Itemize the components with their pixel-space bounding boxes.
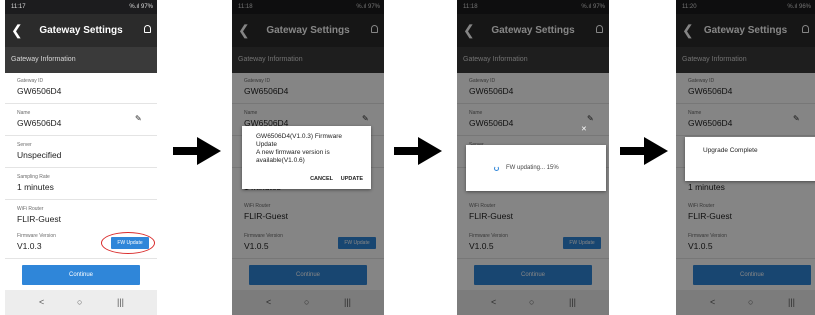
progress-text: FW updating... 15% xyxy=(506,165,559,171)
status-time: 11:17 xyxy=(11,4,26,10)
page-title: Gateway Settings xyxy=(39,25,123,36)
section-title: Gateway Information xyxy=(11,56,76,63)
gateway-id-value: GW6506D4 xyxy=(17,86,62,96)
android-nav-bar: < ○ ||| xyxy=(5,290,157,315)
update-button[interactable]: UPDATE xyxy=(341,176,363,182)
name-value: GW6506D4 xyxy=(17,118,62,128)
right-arrow-icon xyxy=(620,137,668,165)
section-header: Gateway Information xyxy=(5,47,157,73)
name-label: Name xyxy=(17,110,31,116)
firmware-row: Firmware Version V1.0.3 FW Update xyxy=(5,228,157,259)
nav-home-icon[interactable]: ○ xyxy=(77,296,82,308)
progress-dialog: FW updating... 15% xyxy=(466,145,606,191)
sampling-rate-label: Sampling Rate xyxy=(17,174,50,180)
phone-screen-1: 11:17 %.ıl 97% ❮ Gateway Settings Gatewa… xyxy=(5,0,157,315)
title-bar: ❮ Gateway Settings xyxy=(5,14,157,47)
sampling-rate-row[interactable]: Sampling Rate 1 minutes xyxy=(5,169,157,200)
upgrade-complete-dialog: Upgrade Complete OK xyxy=(685,137,815,181)
gateway-id-label: Gateway ID xyxy=(17,78,44,84)
nav-recents-icon[interactable]: ||| xyxy=(117,296,124,308)
pencil-icon[interactable]: ✎ xyxy=(135,115,143,123)
spinner-icon xyxy=(494,166,499,171)
upgrade-complete-message: Upgrade Complete xyxy=(703,147,758,154)
wifi-router-label: WiFi Router xyxy=(17,206,44,212)
server-row: Server Unspecified xyxy=(5,137,157,168)
phone-screen-3: 11:18 %.ıl 97% ❮ Gateway Settings Gatewa… xyxy=(457,0,609,315)
firmware-update-message: GW6506D4(V1.0.3) Firmware Update A new f… xyxy=(256,133,342,164)
bell-icon[interactable] xyxy=(144,25,151,33)
right-arrow-icon xyxy=(173,137,221,165)
nav-back-icon[interactable]: < xyxy=(39,296,44,308)
gateway-id-row: Gateway ID GW6506D4 xyxy=(5,73,157,104)
continue-button[interactable]: Continue xyxy=(22,265,140,285)
name-row[interactable]: Name GW6506D4 ✎ xyxy=(5,105,157,136)
firmware-update-dialog: GW6506D4(V1.0.3) Firmware Update A new f… xyxy=(242,126,371,189)
server-label: Server xyxy=(17,142,32,148)
status-icons: %.ıl 97% xyxy=(129,4,153,10)
phone-screen-2: 11:18 %.ıl 97% ❮ Gateway Settings Gatewa… xyxy=(232,0,384,315)
phone-screen-4: 11:20 %.ıl 96% ❮ Gateway Settings Gatewa… xyxy=(676,0,815,315)
server-value: Unspecified xyxy=(17,150,62,160)
firmware-value: V1.0.3 xyxy=(17,241,42,251)
wifi-router-value: FLIR-Guest xyxy=(17,214,61,224)
highlight-circle xyxy=(101,232,155,254)
firmware-label: Firmware Version xyxy=(17,233,56,239)
cancel-button[interactable]: CANCEL xyxy=(310,176,333,182)
sampling-rate-value: 1 minutes xyxy=(17,182,54,192)
right-arrow-icon xyxy=(394,137,442,165)
close-icon[interactable]: ✕ xyxy=(581,125,587,133)
status-bar: 11:17 %.ıl 97% xyxy=(5,0,157,14)
